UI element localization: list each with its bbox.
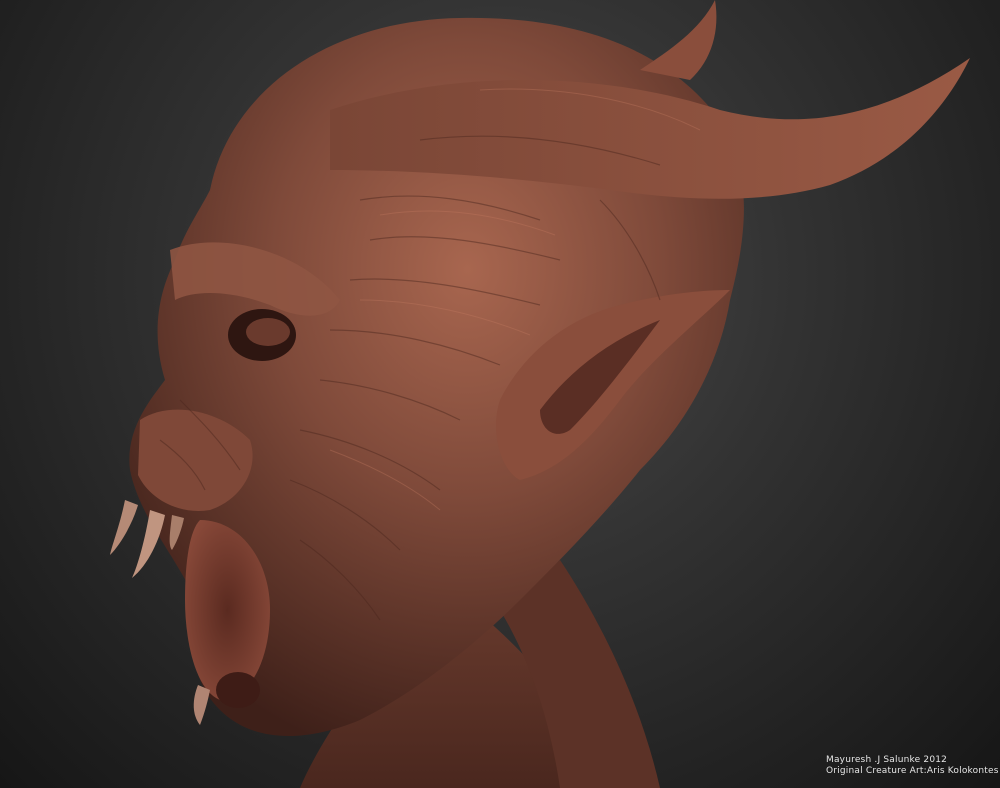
- original-art-credit: Original Creature Art:Aris Kolokontes: [826, 766, 999, 776]
- lower-fang: [193, 685, 210, 725]
- fang-mid: [132, 510, 165, 578]
- fang-left: [110, 500, 138, 555]
- credits-caption: Mayuresh .J Salunke 2012 Original Creatu…: [826, 755, 999, 777]
- creature-sculpt-image: [110, 0, 970, 788]
- eye-lid: [246, 318, 290, 346]
- tongue: [216, 672, 260, 708]
- artist-credit: Mayuresh .J Salunke 2012: [826, 755, 948, 765]
- render-canvas: Mayuresh .J Salunke 2012 Original Creatu…: [0, 0, 1000, 788]
- back-horn-shape: [640, 0, 717, 80]
